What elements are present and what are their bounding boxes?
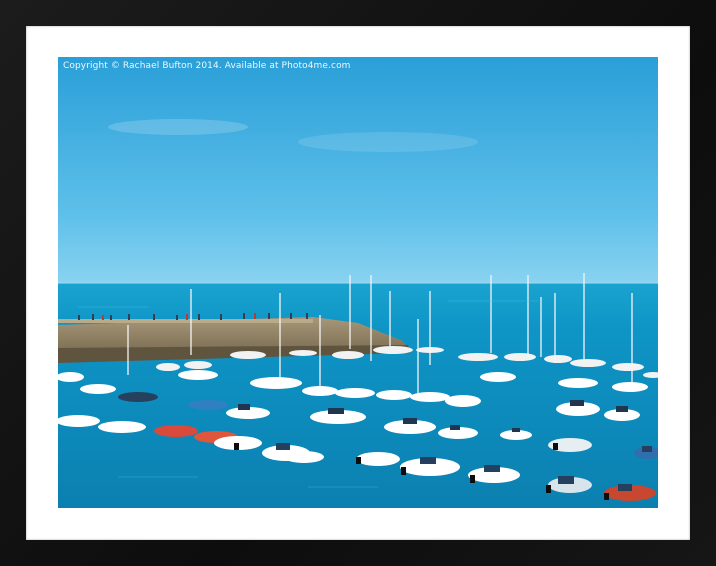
copyright-watermark: Copyright © Rachael Bufton 2014. Availab… (63, 61, 351, 71)
sky (58, 57, 658, 283)
cloud (108, 119, 248, 135)
harbour-scene (58, 57, 658, 508)
harbour-photo: Copyright © Rachael Bufton 2014. Availab… (58, 57, 658, 508)
cloud (298, 132, 478, 152)
picture-frame: Copyright © Rachael Bufton 2014. Availab… (0, 0, 716, 566)
